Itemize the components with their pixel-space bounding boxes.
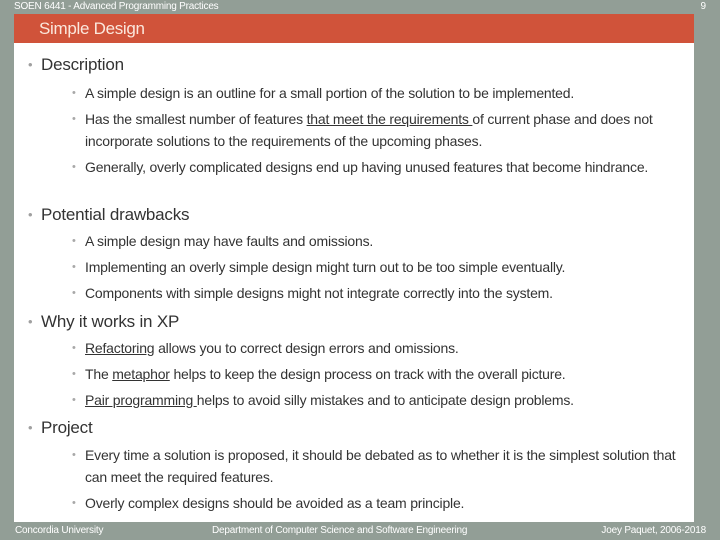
list-item: • Implementing an overly simple design m… xyxy=(72,256,682,278)
bullet-icon: • xyxy=(72,113,76,125)
list-item: • Components with simple designs might n… xyxy=(72,282,682,304)
footer-author: Joey Paquet, 2006-2018 xyxy=(601,525,706,536)
course-name: SOEN 6441 - Advanced Programming Practic… xyxy=(14,1,219,12)
bullet-icon: • xyxy=(72,394,76,406)
list-item: • Overly complex designs should be avoid… xyxy=(72,492,682,514)
bullet-icon: • xyxy=(28,420,33,435)
bullet-icon: • xyxy=(28,57,33,72)
bullet-icon: • xyxy=(72,287,76,299)
bullet-icon: • xyxy=(72,368,76,380)
page-number: 9 xyxy=(700,1,706,12)
footer-university: Concordia University xyxy=(15,525,104,536)
list-item: • Has the smallest number of features th… xyxy=(72,108,682,152)
bullet-icon: • xyxy=(72,497,76,509)
list-item: • A simple design may have faults and om… xyxy=(72,230,682,252)
list-item: • Pair programming helps to avoid silly … xyxy=(72,389,682,411)
list-item: • The metaphor helps to keep the design … xyxy=(72,363,682,385)
bullet-icon: • xyxy=(72,342,76,354)
slide-body: • Description • A simple design is an ou… xyxy=(14,43,694,522)
bullet-icon: • xyxy=(72,161,76,173)
slide-title: Simple Design xyxy=(39,19,145,38)
list-item: • A simple design is an outline for a sm… xyxy=(72,82,682,104)
list-item: • Every time a solution is proposed, it … xyxy=(72,444,682,488)
bullet-icon: • xyxy=(72,449,76,461)
footer-department: Department of Computer Science and Softw… xyxy=(212,525,468,536)
bullet-icon: • xyxy=(28,207,33,222)
bullet-icon: • xyxy=(72,235,76,247)
bullet-icon: • xyxy=(28,314,33,329)
list-item: • Refactoring allows you to correct desi… xyxy=(72,337,682,359)
bullet-icon: • xyxy=(72,261,76,273)
title-bar: Simple Design xyxy=(14,14,694,43)
bullet-icon: • xyxy=(72,87,76,99)
list-item: • Generally, overly complicated designs … xyxy=(72,156,682,178)
